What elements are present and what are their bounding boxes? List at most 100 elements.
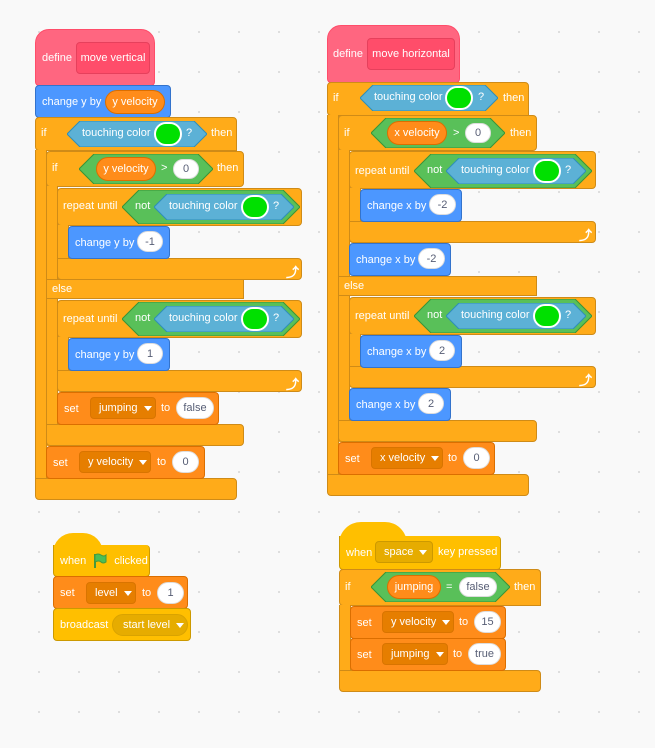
- y-velocity-reporter[interactable]: y velocity: [105, 90, 165, 114]
- not-label: not: [135, 200, 151, 212]
- number-input[interactable]: -1: [137, 231, 163, 252]
- variable-dropdown[interactable]: jumping: [90, 397, 156, 419]
- value-input[interactable]: false: [459, 577, 497, 597]
- variable-dropdown[interactable]: x velocity: [371, 447, 443, 469]
- y-velocity-reporter[interactable]: y velocity: [96, 157, 156, 181]
- dropdown-value: x velocity: [380, 452, 426, 464]
- if-label: if: [41, 127, 47, 139]
- dropdown-value: jumping: [99, 402, 138, 414]
- key-dropdown[interactable]: space: [375, 541, 433, 563]
- touching-color-condition[interactable]: touching color ?: [154, 306, 294, 332]
- variable-dropdown[interactable]: y velocity: [79, 451, 151, 473]
- dropdown-value: space: [384, 546, 414, 558]
- jumping-reporter[interactable]: jumping: [387, 575, 441, 599]
- number-input[interactable]: -2: [418, 248, 445, 269]
- set-label: set: [357, 648, 372, 661]
- touching-color-condition[interactable]: touching color ?: [446, 158, 586, 184]
- not-label: not: [135, 312, 151, 324]
- dropdown-value: y velocity: [88, 456, 134, 468]
- value-input[interactable]: 15: [474, 611, 501, 633]
- if-label: if: [52, 162, 58, 174]
- then-label: then: [211, 127, 233, 139]
- set-label: set: [60, 586, 75, 599]
- repeat-until-label: repeat until: [355, 310, 410, 322]
- number-input[interactable]: 2: [418, 393, 444, 414]
- not-label: not: [427, 309, 443, 321]
- number-input[interactable]: 0: [465, 123, 491, 143]
- number-input[interactable]: 0: [173, 159, 199, 179]
- reporter-label: x velocity: [394, 127, 440, 139]
- procedure-prototype[interactable]: move vertical: [76, 42, 150, 74]
- color-swatch[interactable]: [154, 122, 182, 146]
- value-input[interactable]: 0: [463, 447, 490, 469]
- repeat-foot: [349, 221, 596, 243]
- change-x-label: change x by: [367, 199, 427, 212]
- number-input[interactable]: -2: [429, 194, 456, 215]
- change-y-label: change y by: [42, 95, 102, 108]
- x-velocity-reporter[interactable]: x velocity: [387, 121, 447, 145]
- value-input[interactable]: true: [468, 643, 501, 665]
- else-label: else: [344, 280, 365, 292]
- input-value: 0: [473, 452, 480, 464]
- not-condition[interactable]: not touching color ?: [122, 190, 300, 224]
- input-value: -2: [426, 252, 437, 265]
- then-label: then: [514, 581, 536, 593]
- touching-label: touching color: [169, 312, 238, 324]
- input-value: true: [475, 648, 494, 660]
- touching-label: touching color: [82, 127, 151, 139]
- question-mark: ?: [273, 200, 280, 212]
- touching-color-condition[interactable]: touching color ?: [360, 85, 498, 111]
- value-input[interactable]: false: [176, 397, 214, 419]
- value-input[interactable]: 0: [172, 451, 199, 473]
- reporter-label: y velocity: [103, 163, 149, 175]
- dropdown-value: start level: [123, 619, 171, 631]
- else-row: [338, 276, 537, 296]
- to-label: to: [157, 456, 167, 468]
- value-input[interactable]: 1: [157, 582, 184, 604]
- if-block-outer-foot: [327, 474, 529, 496]
- repeat-until-label: repeat until: [63, 313, 118, 325]
- if-foot: [339, 670, 541, 692]
- color-swatch[interactable]: [533, 159, 561, 183]
- loop-arrow-icon: ⤴: [286, 265, 300, 280]
- caret-down-icon: [431, 455, 440, 461]
- if-else-foot: [46, 424, 244, 446]
- input-value: 0: [182, 456, 189, 468]
- procedure-prototype[interactable]: move horizontal: [367, 38, 455, 70]
- color-swatch[interactable]: [445, 86, 473, 110]
- loop-arrow-icon: ⤴: [579, 373, 593, 388]
- number-input[interactable]: 1: [137, 343, 163, 364]
- loop-arrow-icon: ⤴: [579, 228, 593, 243]
- color-swatch[interactable]: [241, 307, 269, 331]
- to-label: to: [448, 452, 458, 464]
- caret-down-icon: [435, 651, 444, 657]
- not-condition[interactable]: not touching color ?: [414, 299, 592, 333]
- touching-color-condition[interactable]: touching color ?: [67, 121, 207, 147]
- if-label: if: [344, 127, 350, 139]
- color-swatch[interactable]: [533, 304, 561, 328]
- touching-color-condition[interactable]: touching color ?: [446, 303, 586, 329]
- to-label: to: [459, 616, 469, 628]
- color-swatch[interactable]: [241, 195, 269, 219]
- when-flag-clicked-hat[interactable]: when clicked: [53, 545, 150, 577]
- touching-color-condition[interactable]: touching color ?: [154, 194, 294, 220]
- not-condition[interactable]: not touching color ?: [414, 154, 592, 188]
- change-x-label: change x by: [356, 253, 416, 266]
- variable-dropdown[interactable]: jumping: [382, 643, 448, 665]
- if-else-foot: [338, 420, 537, 442]
- variable-dropdown[interactable]: y velocity: [382, 611, 454, 633]
- input-value: 15: [481, 616, 494, 628]
- touching-label: touching color: [461, 164, 530, 176]
- touching-label: touching color: [374, 91, 443, 103]
- operator-label: >: [453, 127, 460, 139]
- input-value: -2: [437, 198, 448, 211]
- message-dropdown[interactable]: start level: [112, 614, 188, 636]
- variable-dropdown[interactable]: level: [86, 582, 136, 604]
- question-mark: ?: [565, 164, 572, 176]
- question-mark: ?: [186, 127, 193, 139]
- if-block-outer-foot: [35, 478, 237, 500]
- number-input[interactable]: 2: [429, 340, 455, 361]
- dropdown-value: level: [95, 587, 118, 599]
- procedure-name: move horizontal: [372, 48, 450, 60]
- not-condition[interactable]: not touching color ?: [122, 302, 300, 336]
